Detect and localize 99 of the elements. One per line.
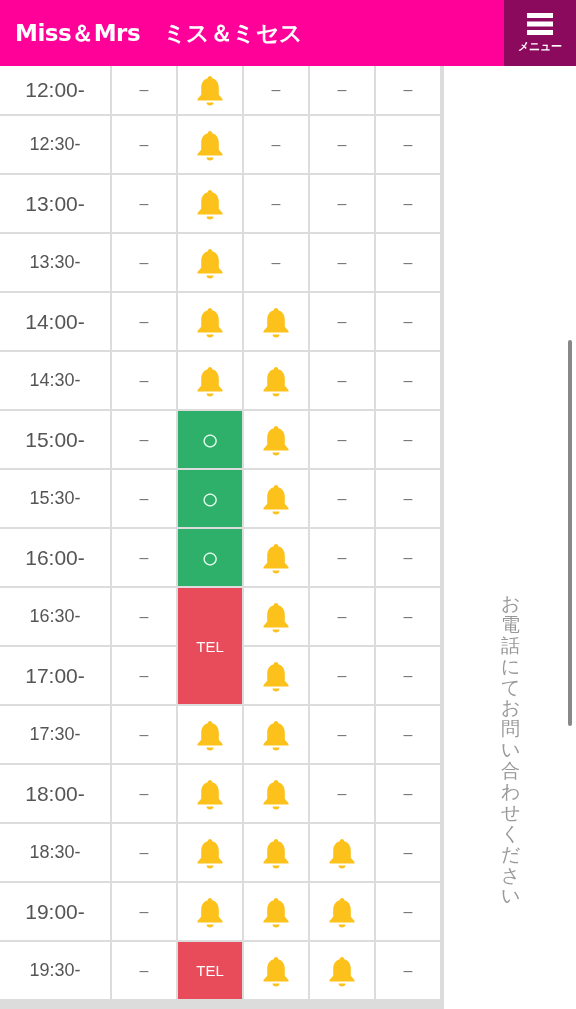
time-label: 12:00- (0, 66, 110, 114)
unavailable-mark: – (244, 234, 308, 291)
bell-icon (195, 777, 225, 810)
unavailable-mark: – (310, 588, 374, 645)
unavailable-mark: – (112, 234, 176, 291)
unavailable-mark: – (376, 706, 440, 763)
time-label: 13:30- (0, 234, 110, 291)
bell-icon (195, 74, 225, 106)
unavailable-mark: – (112, 116, 176, 173)
unavailable-mark: – (112, 411, 176, 468)
unavailable-mark: – (112, 470, 176, 527)
tel-slot[interactable]: TEL (178, 942, 242, 999)
unavailable-mark: – (310, 529, 374, 586)
bell-icon (195, 836, 225, 869)
unavailable-mark: – (310, 293, 374, 350)
unavailable-mark: – (376, 352, 440, 409)
unavailable-mark: – (376, 647, 440, 704)
bell-icon (195, 895, 225, 928)
unavailable-mark: – (112, 647, 176, 704)
unavailable-mark: – (310, 66, 374, 114)
unavailable-mark: – (112, 175, 176, 232)
unavailable-mark: – (376, 824, 440, 881)
bell-icon (195, 187, 225, 220)
bell-icon (261, 600, 291, 633)
unavailable-mark: – (112, 706, 176, 763)
site-title: Miss＆Mrs ミス＆ミセス (14, 18, 303, 48)
bell-icon (261, 718, 291, 751)
bell-icon (195, 246, 225, 279)
available-slot[interactable]: ○ (178, 529, 242, 586)
bell-icon (195, 718, 225, 751)
available-slot[interactable]: ○ (178, 470, 242, 527)
unavailable-mark: – (112, 765, 176, 822)
bell-icon (195, 128, 225, 161)
unavailable-mark: – (376, 175, 440, 232)
unavailable-mark: – (376, 588, 440, 645)
unavailable-mark: – (244, 175, 308, 232)
bell-icon (327, 954, 357, 987)
bell-icon (261, 895, 291, 928)
unavailable-mark: – (244, 66, 308, 114)
unavailable-mark: – (112, 293, 176, 350)
bell-icon (261, 777, 291, 810)
unavailable-mark: – (112, 824, 176, 881)
unavailable-mark: – (376, 470, 440, 527)
bell-icon (261, 954, 291, 987)
time-label: 15:00- (0, 411, 110, 468)
bell-icon (261, 541, 291, 574)
unavailable-mark: – (376, 883, 440, 940)
unavailable-mark: – (310, 765, 374, 822)
unavailable-mark: – (310, 116, 374, 173)
bell-icon (195, 364, 225, 397)
unavailable-mark: – (376, 942, 440, 999)
tel-slot[interactable]: TEL (178, 588, 242, 704)
time-label: 19:00- (0, 883, 110, 940)
unavailable-mark: – (112, 942, 176, 999)
bell-icon (261, 482, 291, 515)
time-label: 17:30- (0, 706, 110, 763)
unavailable-mark: – (112, 883, 176, 940)
unavailable-mark: – (310, 470, 374, 527)
unavailable-mark: – (112, 66, 176, 114)
unavailable-mark: – (310, 706, 374, 763)
unavailable-mark: – (376, 529, 440, 586)
time-label: 18:00- (0, 765, 110, 822)
bell-icon (261, 836, 291, 869)
bell-icon (261, 305, 291, 338)
bell-icon (195, 305, 225, 338)
time-label: 18:30- (0, 824, 110, 881)
time-label: 16:00- (0, 529, 110, 586)
available-slot[interactable]: ○ (178, 411, 242, 468)
unavailable-mark: – (310, 352, 374, 409)
unavailable-mark: – (112, 529, 176, 586)
bell-icon (327, 836, 357, 869)
menu-icon (527, 12, 553, 35)
bell-icon (261, 364, 291, 397)
menu-button[interactable]: メニュー (504, 0, 576, 66)
bell-icon (261, 423, 291, 456)
unavailable-mark: – (310, 234, 374, 291)
unavailable-mark: – (310, 175, 374, 232)
unavailable-mark: – (310, 647, 374, 704)
unavailable-mark: – (244, 116, 308, 173)
time-label: 17:00- (0, 647, 110, 704)
time-label: 19:30- (0, 942, 110, 999)
time-label: 14:00- (0, 293, 110, 350)
time-label: 16:30- (0, 588, 110, 645)
unavailable-mark: – (376, 411, 440, 468)
phone-inquiry-note: お電話にてお問い合わせください (500, 593, 520, 907)
time-label: 12:30- (0, 116, 110, 173)
unavailable-mark: – (112, 352, 176, 409)
unavailable-mark: – (376, 293, 440, 350)
unavailable-mark: – (376, 116, 440, 173)
unavailable-mark: – (376, 66, 440, 114)
time-label: 14:30- (0, 352, 110, 409)
unavailable-mark: – (376, 234, 440, 291)
unavailable-mark: – (112, 588, 176, 645)
unavailable-mark: – (376, 765, 440, 822)
time-label: 13:00- (0, 175, 110, 232)
bell-icon (327, 895, 357, 928)
unavailable-mark: – (310, 411, 374, 468)
bell-icon (261, 659, 291, 692)
time-label: 15:30- (0, 470, 110, 527)
